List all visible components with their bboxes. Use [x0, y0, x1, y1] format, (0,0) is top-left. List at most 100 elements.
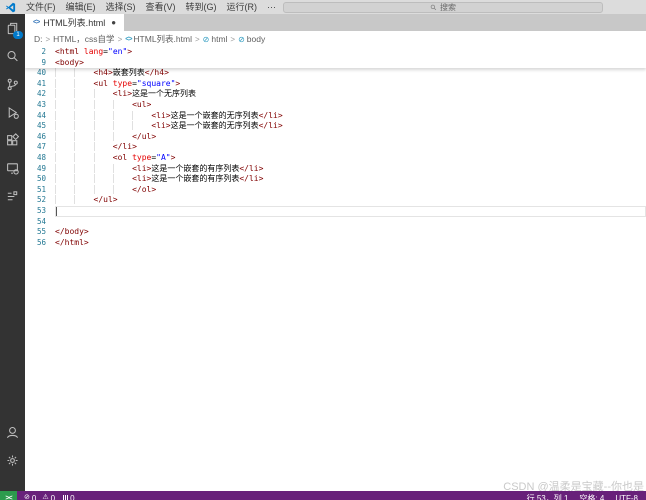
indent-guide [94, 100, 113, 109]
breadcrumb-item[interactable]: ⊘body [238, 34, 265, 44]
status-item[interactable]: 行 53，列 1 [527, 493, 569, 500]
code-token: > [175, 79, 180, 88]
code-line-46[interactable]: 46 </ul> [25, 132, 646, 143]
code-line-2[interactable]: 2<html lang="en"> [25, 47, 646, 58]
line-number: 45 [25, 121, 55, 132]
indent-guide [113, 111, 132, 120]
code-token: </ul> [132, 132, 156, 141]
code-line-50[interactable]: 50 <li>这是一个嵌套的有序列表</li> [25, 174, 646, 185]
search-icon [430, 4, 437, 11]
code-token: "A" [156, 153, 170, 162]
indent-guide [55, 164, 74, 173]
code-token: <ol [113, 153, 132, 162]
code-editor[interactable]: 2<html lang="en">9<body> 40 <h4>嵌套列表</h4… [25, 47, 646, 500]
account-icon[interactable] [0, 418, 25, 446]
source-control-icon[interactable] [0, 70, 25, 98]
code-line-52[interactable]: 52 </ul> [25, 195, 646, 206]
code-line-49[interactable]: 49 <li>这是一个嵌套的有序列表</li> [25, 164, 646, 175]
remote-explorer-icon[interactable] [0, 154, 25, 182]
tree-view-icon[interactable] [0, 182, 25, 210]
code-token: <li> [151, 121, 170, 130]
code-line-42[interactable]: 42 <li>这是一个无序列表 [25, 89, 646, 100]
code-line-44[interactable]: 44 <li>这是一个嵌套的无序列表</li> [25, 111, 646, 122]
code-line-45[interactable]: 45 <li>这是一个嵌套的无序列表</li> [25, 121, 646, 132]
ports-status[interactable]: 0 [63, 494, 74, 500]
tab-html-list[interactable]: <> HTML列表.html ● [25, 14, 124, 31]
ports-count: 0 [70, 494, 74, 500]
errors-warnings[interactable]: ⊘ 0 ⚠ 0 [24, 494, 55, 500]
status-bar: >< ⊘ 0 ⚠ 0 0 行 53，列 1 空格: 4 UTF-8 [0, 491, 646, 500]
line-content: <ul> [55, 100, 646, 111]
remote-indicator-icon[interactable]: >< [0, 491, 17, 500]
indent-guide [74, 164, 93, 173]
settings-gear-icon[interactable] [0, 446, 25, 474]
indent-guide [74, 100, 93, 109]
code-line-53[interactable]: 53 [25, 206, 646, 217]
indent-guide [113, 164, 132, 173]
code-line-55[interactable]: 55</body> [25, 227, 646, 238]
code-token: </ul> [94, 195, 118, 204]
code-line-9[interactable]: 9<body> [25, 58, 646, 69]
search-icon[interactable] [0, 42, 25, 70]
code-line-51[interactable]: 51 </ol> [25, 185, 646, 196]
code-token: </ol> [132, 185, 156, 194]
explorer-badge: 1 [13, 31, 23, 39]
code-token: <li> [132, 164, 151, 173]
code-token: </li> [113, 142, 137, 151]
error-count: 0 [32, 494, 36, 500]
code-token: "en" [108, 47, 127, 56]
indent-guide [94, 121, 113, 130]
line-number: 51 [25, 185, 55, 196]
command-center-search[interactable]: 搜索 [283, 2, 603, 13]
error-icon: ⊘ [24, 494, 30, 500]
indent-guide [113, 185, 132, 194]
run-debug-icon[interactable] [0, 98, 25, 126]
breadcrumb-item[interactable]: D: [34, 34, 43, 44]
indent-guide [55, 79, 74, 88]
indent-guide [55, 68, 74, 77]
code-line-47[interactable]: 47 </li> [25, 142, 646, 153]
code-line-48[interactable]: 48 <ol type="A"> [25, 153, 646, 164]
breadcrumb-separator: > [195, 35, 200, 44]
line-number: 44 [25, 111, 55, 122]
indent-guide [74, 132, 93, 141]
breadcrumb-label: html [211, 34, 227, 44]
line-content: </li> [55, 142, 646, 153]
explorer-icon[interactable]: 1 [0, 14, 25, 42]
indent-guide [55, 89, 74, 98]
indent-guide [74, 195, 93, 204]
code-line-56[interactable]: 56</html> [25, 238, 646, 249]
menu-item[interactable]: 运行(R) [222, 2, 263, 12]
code-token: </html> [55, 238, 89, 247]
line-content: </ul> [55, 132, 646, 143]
status-item[interactable]: 空格: 4 [579, 493, 604, 500]
breadcrumb-item[interactable]: <>HTML列表.html [125, 33, 192, 45]
breadcrumb-item[interactable]: HTML，css自学 [53, 33, 114, 45]
code-line-40[interactable]: 40 <h4>嵌套列表</h4> [25, 68, 646, 79]
indent-guide [94, 89, 113, 98]
code-line-54[interactable]: 54 [25, 217, 646, 228]
indent-guide [74, 68, 93, 77]
menu-item[interactable]: 选择(S) [101, 2, 141, 12]
code-token: 这是一个嵌套的有序列表 [151, 174, 239, 183]
indent-guide [94, 111, 113, 120]
code-token: "square" [137, 79, 176, 88]
menu-item[interactable]: 文件(F) [21, 2, 61, 12]
code-token: 嵌套列表 [113, 68, 145, 77]
code-line-43[interactable]: 43 <ul> [25, 100, 646, 111]
html-symbol-icon: ⊘ [203, 35, 210, 44]
code-line-41[interactable]: 41 <ul type="square"> [25, 79, 646, 90]
indent-guide [94, 174, 113, 183]
status-item[interactable]: UTF-8 [615, 494, 638, 500]
menu-item[interactable]: 编辑(E) [61, 2, 101, 12]
menu-item[interactable]: ··· [262, 2, 281, 12]
line-content: </html> [55, 238, 646, 249]
breadcrumb-item[interactable]: ⊘html [203, 34, 228, 44]
menu-item[interactable]: 转到(G) [181, 2, 222, 12]
line-content: <html lang="en"> [55, 47, 646, 58]
extensions-icon[interactable] [0, 126, 25, 154]
menu-item[interactable]: 查看(V) [141, 2, 181, 12]
line-number: 47 [25, 142, 55, 153]
modified-dot-icon[interactable]: ● [111, 18, 116, 27]
problems-status[interactable]: ⊘ 0 ⚠ 0 0 [24, 494, 75, 500]
